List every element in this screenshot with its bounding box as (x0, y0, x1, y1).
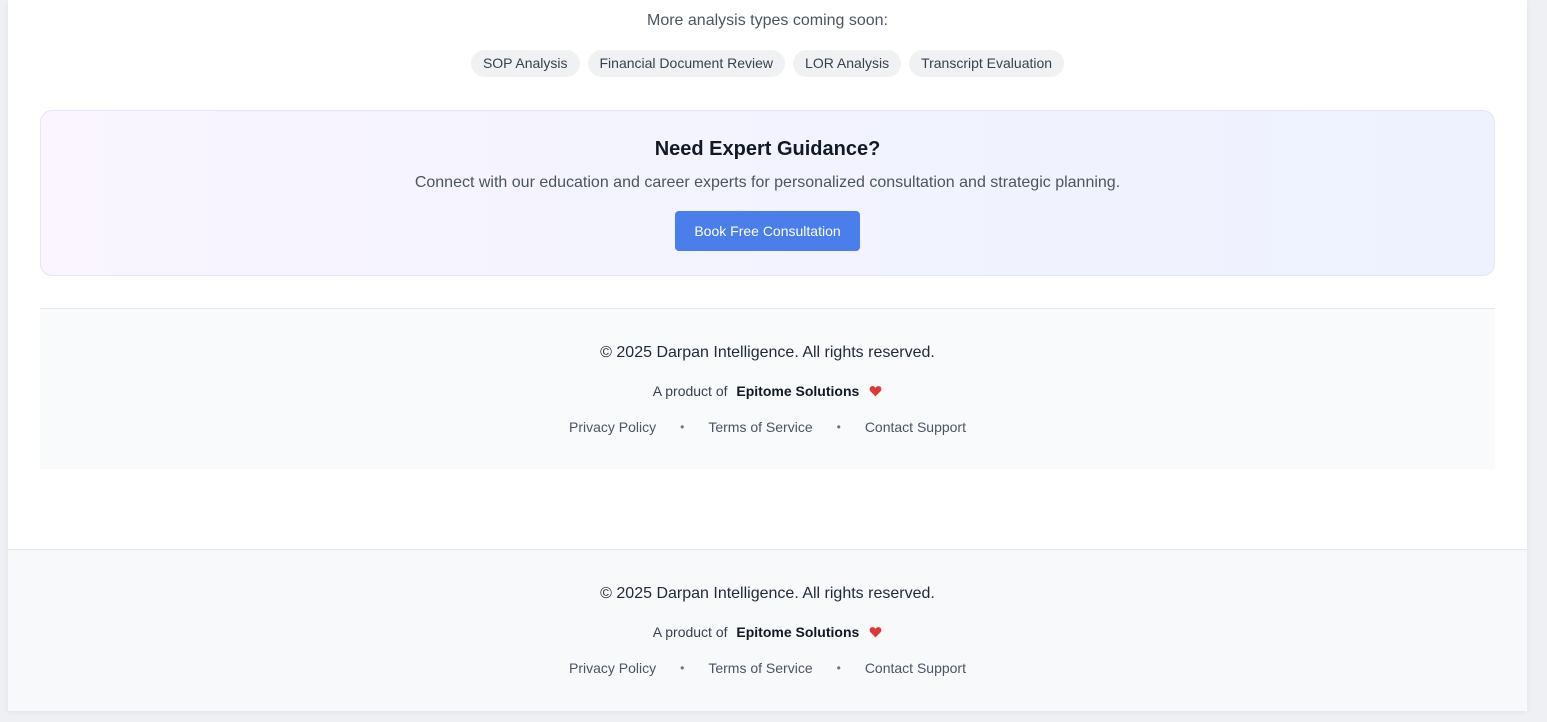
terms-of-service-link[interactable]: Terms of Service (708, 419, 812, 435)
footer-copyright: © 2025 Darpan Intelligence. All rights r… (600, 585, 935, 602)
terms-of-service-link[interactable]: Terms of Service (708, 660, 812, 676)
link-separator: • (680, 420, 685, 434)
footer-links: Privacy Policy • Terms of Service • Cont… (40, 419, 1495, 435)
footer-copyright: © 2025 Darpan Intelligence. All rights r… (600, 344, 935, 361)
privacy-policy-link[interactable]: Privacy Policy (569, 419, 656, 435)
book-consultation-button[interactable]: Book Free Consultation (675, 211, 860, 251)
footer-links: Privacy Policy • Terms of Service • Cont… (8, 660, 1527, 676)
company-name: Epitome Solutions (736, 383, 860, 399)
page-footer: © 2025 Darpan Intelligence. All rights r… (8, 549, 1527, 711)
coming-soon-text: More analysis types coming soon: (647, 12, 888, 29)
inner-footer: © 2025 Darpan Intelligence. All rights r… (40, 308, 1495, 469)
cta-title: Need Expert Guidance? (654, 138, 881, 160)
link-separator: • (836, 661, 841, 675)
analysis-type-chips: SOP Analysis Financial Document Review L… (40, 50, 1495, 77)
contact-support-link[interactable]: Contact Support (865, 660, 966, 676)
privacy-policy-link[interactable]: Privacy Policy (569, 660, 656, 676)
page-container: More analysis types coming soon: SOP Ana… (8, 0, 1527, 711)
chip-financial-document-review: Financial Document Review (587, 50, 786, 77)
link-separator: • (680, 661, 685, 675)
chip-sop-analysis: SOP Analysis (470, 50, 580, 77)
heart-icon (869, 627, 882, 638)
chip-lor-analysis: LOR Analysis (793, 50, 902, 77)
expert-guidance-card: Need Expert Guidance? Connect with our e… (40, 110, 1495, 276)
product-prefix: A product of (652, 383, 728, 399)
footer-product-line: A product of Epitome Solutions (40, 383, 1495, 399)
company-name: Epitome Solutions (736, 624, 860, 640)
link-separator: • (836, 420, 841, 434)
product-prefix: A product of (652, 624, 728, 640)
footer-product-line: A product of Epitome Solutions (8, 624, 1527, 640)
heart-icon (869, 386, 882, 397)
chip-transcript-evaluation: Transcript Evaluation (909, 50, 1065, 77)
contact-support-link[interactable]: Contact Support (865, 419, 966, 435)
cta-description: Connect with our education and career ex… (414, 174, 1121, 191)
